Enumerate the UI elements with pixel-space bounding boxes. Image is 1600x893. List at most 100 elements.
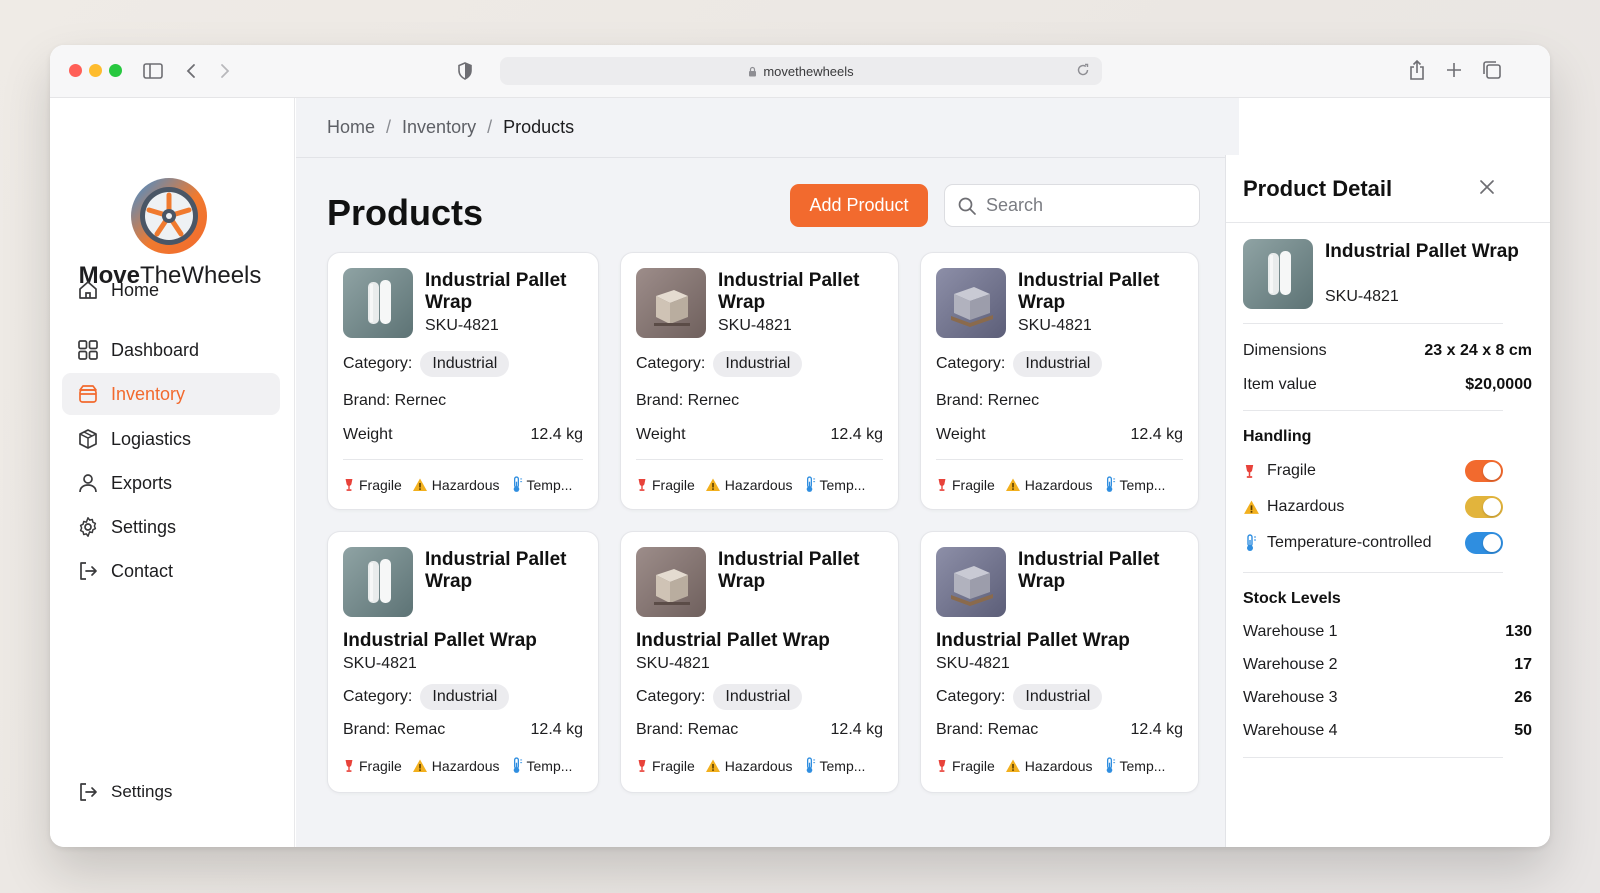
sidebar-item-inventory[interactable]: Inventory [62,373,280,415]
breadcrumb-home[interactable]: Home [327,117,375,138]
tab-overview-icon[interactable] [1482,60,1502,80]
fragile-glass-icon [1243,463,1261,480]
product-name: Industrial Pallet Wrap [636,630,830,651]
tag-label: Hazardous [724,476,793,493]
category-label: Category: [936,688,1006,705]
tag-label: Temp... [1119,757,1166,774]
inventory-icon [77,383,99,405]
fragile-glass-icon [636,758,648,774]
product-title: Industrial Pallet Wrap [425,549,567,592]
search-input[interactable]: Search [944,184,1200,227]
temperature-tag: Temp... [510,476,572,493]
lock-icon [748,66,757,77]
brand-text: Brand: Remac [636,721,739,738]
share-icon[interactable] [1408,59,1426,81]
tag-label: Hazardous [724,757,793,774]
product-card[interactable]: Industrial Pallet Wrap Industrial Pallet… [920,531,1199,793]
page-title: Products [327,192,484,233]
fragile-glass-icon [636,477,648,493]
product-card[interactable]: Industrial Pallet Wrap SKU-4821 Category… [327,252,599,510]
temperature-toggle[interactable] [1465,532,1503,554]
category-row: Category: Industrial [343,684,510,710]
hazardous-toggle[interactable] [1465,496,1503,518]
temperature-tag: Temp... [510,757,573,774]
handling-section-title: Handling [1243,428,1312,445]
card-divider [636,459,883,460]
fragile-tag: Fragile [936,758,995,774]
back-icon[interactable] [184,61,198,81]
fragile-tag: Fragile [636,758,695,774]
toggle-knob [1483,534,1501,552]
address-bar[interactable]: movethewheels [500,57,1102,85]
add-product-button[interactable]: Add Product [790,184,928,227]
category-row: Category: Industrial [636,351,803,377]
category-chip: Industrial [1013,684,1103,710]
hazardous-tag: Hazardous [705,758,793,774]
handling-tags: Fragile Hazardous Temp... [343,757,582,774]
warehouse-stock-value: 26 [1514,689,1532,706]
fragile-tag: Fragile [343,477,402,493]
brand-text: Brand: Remac [936,721,1039,738]
tag-label: Temp... [526,757,573,774]
sidebar-item-dashboard[interactable]: Dashboard [62,329,280,371]
product-card[interactable]: Industrial Pallet Wrap Industrial Pallet… [620,531,899,793]
product-name: Industrial Pallet Wrap [343,630,537,651]
warehouse-stock-value: 17 [1514,656,1532,673]
weight-label: Weight [636,426,686,443]
detail-product-thumbnail [1243,239,1313,309]
detail-divider [1243,757,1503,758]
fragile-glass-icon [936,477,948,493]
detail-divider [1243,410,1503,411]
sidebar-item-label: Logiastics [111,428,192,449]
product-card[interactable]: Industrial Pallet Wrap Industrial Pallet… [327,531,599,793]
item-value: $20,0000 [1465,376,1532,393]
minimize-window-button[interactable] [89,64,102,77]
category-chip: Industrial [420,351,510,377]
warehouse-stock-value: 130 [1505,623,1532,640]
dashboard-icon [77,339,99,361]
forward-icon[interactable] [218,61,232,81]
privacy-shield-icon[interactable] [457,61,473,81]
hazardous-tag: Hazardous [1005,758,1093,774]
breadcrumb-separator: / [386,117,392,137]
category-row: Category: Industrial [936,351,1103,377]
product-card[interactable]: Industrial Pallet Wrap SKU-4821 Category… [620,252,899,510]
weight-value: 12.4 kg [530,721,583,738]
fragile-toggle[interactable] [1465,460,1503,482]
close-icon[interactable] [1479,179,1495,195]
handling-tags: Fragile Hazardous Temp... [936,757,1175,774]
handling-label: Temperature-controlled [1267,534,1432,551]
sidebar-footer-settings[interactable]: Settings [62,771,280,813]
category-row: Category: Industrial [343,351,510,377]
new-tab-icon[interactable] [1445,61,1463,79]
url-text: movethewheels [763,63,854,79]
brand-text: Brand: Remac [343,721,446,738]
close-window-button[interactable] [69,64,82,77]
warehouse-label: Warehouse 1 [1243,623,1338,640]
reload-icon[interactable] [1076,63,1090,77]
sidebar-item-exports[interactable]: Exports [62,462,280,504]
breadcrumb-inventory[interactable]: Inventory [402,117,476,138]
sidebar-toggle-icon[interactable] [142,61,164,81]
sidebar-item-contact[interactable]: Contact [62,550,280,592]
fragile-tag: Fragile [936,477,995,493]
temperature-tag: Temp... [1103,476,1165,493]
fragile-glass-icon [936,758,948,774]
category-chip: Industrial [1013,351,1103,377]
sidebar-item-home[interactable]: Home [62,269,280,311]
maximize-window-button[interactable] [109,64,122,77]
sidebar-item-label: Exports [111,472,173,493]
sidebar-item-logiastics[interactable]: Logiastics [62,418,280,460]
card-divider [936,459,1183,460]
product-card[interactable]: Industrial Pallet Wrap SKU-4821 Category… [920,252,1199,510]
brand-text: Brand: Rernec [343,392,447,409]
tag-label: Fragile [652,476,695,493]
product-thumbnail [343,547,413,617]
hazardous-tag: Hazardous [412,758,500,774]
handling-hazardous-row: Hazardous [1243,498,1344,516]
home-icon [77,279,99,301]
warehouse-label: Warehouse 3 [1243,689,1338,706]
thermometer-icon [1243,534,1261,552]
product-sku: SKU-4821 [425,317,499,334]
sidebar-item-settings[interactable]: Settings [62,506,280,548]
